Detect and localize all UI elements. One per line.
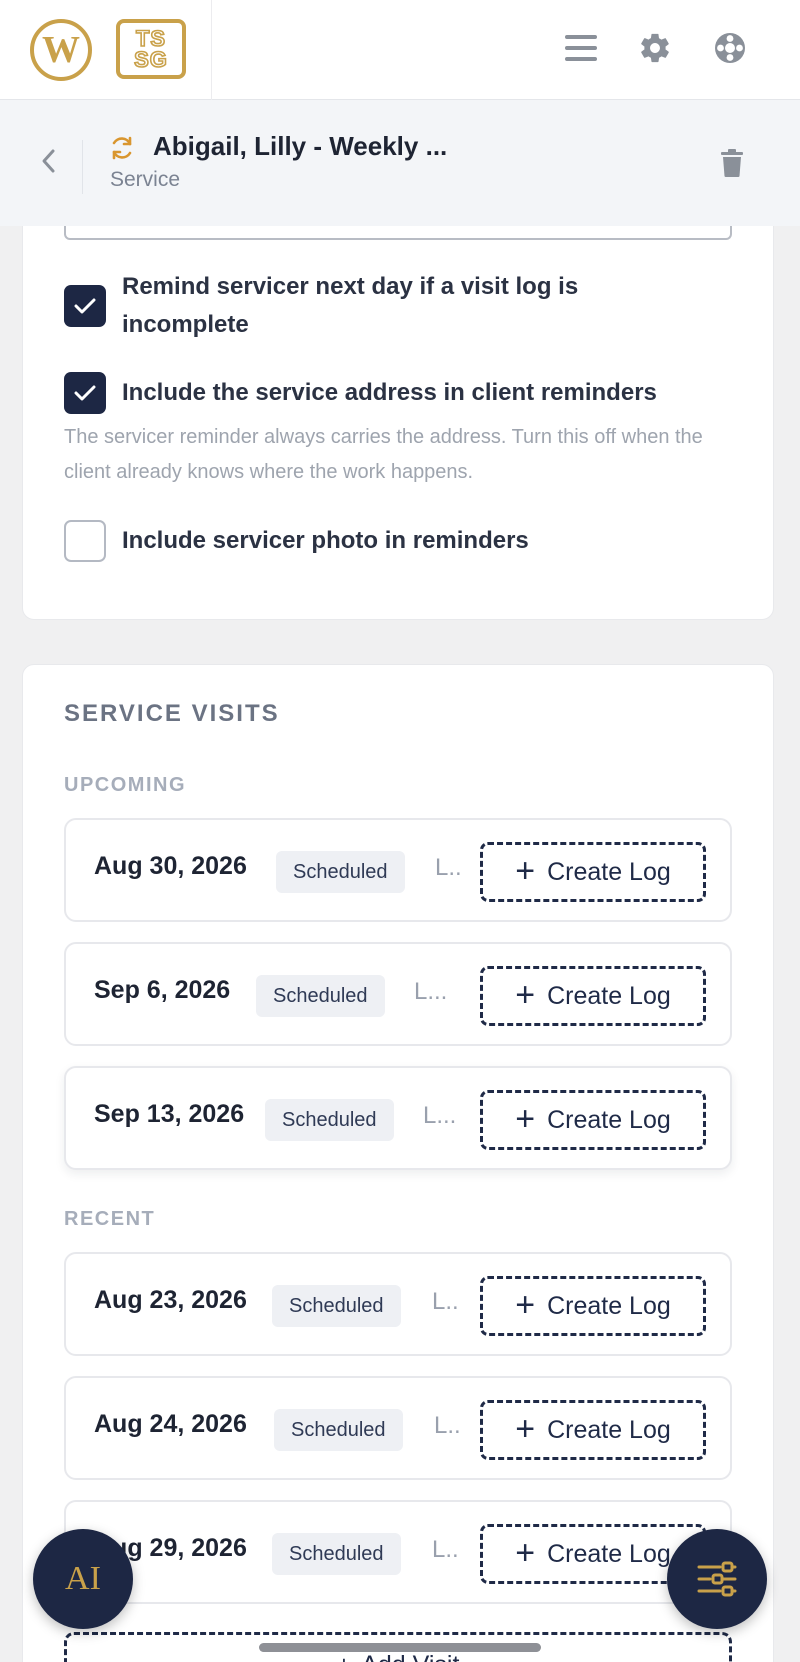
include-photo-checkbox[interactable]: [64, 520, 106, 562]
create-log-button[interactable]: + Create Log: [480, 842, 706, 902]
service-visits-title: SERVICE VISITS: [64, 700, 280, 727]
visit-extra: L..: [432, 1536, 459, 1563]
plus-icon: +: [515, 1285, 536, 1324]
plus-icon: +: [515, 1409, 536, 1448]
tssg-logo-line1: TS: [135, 26, 167, 51]
sync-icon: [112, 136, 132, 160]
visit-date: Aug 24, 2026: [94, 1410, 247, 1438]
visit-row[interactable]: Aug 23, 2026 Scheduled L.. + Create Log: [64, 1252, 732, 1356]
page-subtitle: Service: [110, 168, 181, 191]
visit-row[interactable]: Sep 13, 2026 Scheduled L... + Create Log: [64, 1066, 732, 1170]
create-log-label: Create Log: [547, 1291, 671, 1320]
status-badge: Scheduled: [265, 1099, 394, 1141]
top-bar: W TS SG: [0, 0, 800, 100]
tssg-logo[interactable]: TS SG: [116, 19, 186, 79]
create-log-button[interactable]: + Create Log: [480, 1090, 706, 1150]
remind-incomplete-label[interactable]: Remind servicer next day if a visit log …: [122, 268, 682, 344]
plus-icon: +: [515, 851, 536, 890]
create-log-label: Create Log: [547, 1539, 671, 1568]
ai-label: AI: [65, 1560, 101, 1597]
status-badge: Scheduled: [272, 1285, 401, 1327]
visit-row[interactable]: Aug 29, 2026 Scheduled L.. + Create Log: [64, 1500, 732, 1604]
plus-icon: +: [515, 975, 536, 1014]
include-photo-label[interactable]: Include servicer photo in reminders: [122, 522, 529, 560]
status-badge: Scheduled: [256, 975, 385, 1017]
visit-extra: L..: [432, 1288, 459, 1315]
back-chevron-icon: [42, 149, 55, 173]
status-badge: Scheduled: [272, 1533, 401, 1575]
menu-icon[interactable]: [561, 28, 601, 68]
page-header: [0, 100, 800, 226]
trash-icon: [721, 149, 743, 177]
create-log-label: Create Log: [547, 857, 671, 886]
visit-extra: L...: [414, 978, 448, 1005]
include-address-label[interactable]: Include the service address in client re…: [122, 374, 657, 412]
logo-area: W TS SG: [0, 0, 212, 100]
recent-label: RECENT: [64, 1208, 156, 1230]
visit-date: Sep 6, 2026: [94, 976, 231, 1004]
create-log-button[interactable]: + Create Log: [480, 1276, 706, 1336]
ai-assistant-button[interactable]: AI: [33, 1529, 133, 1629]
status-badge: Scheduled: [274, 1409, 403, 1451]
plus-icon: +: [515, 1099, 536, 1138]
page-title: Abigail, Lilly - Weekly ...: [153, 131, 448, 161]
visit-extra: L..: [434, 1412, 461, 1439]
check-icon: [74, 385, 96, 401]
filter-menu-icon: [697, 1561, 737, 1597]
plus-icon: +: [515, 1533, 536, 1572]
wordpress-logo[interactable]: W: [30, 19, 92, 81]
gear-icon[interactable]: [635, 28, 675, 68]
visit-row[interactable]: Aug 24, 2026 Scheduled L.. + Create Log: [64, 1376, 732, 1480]
check-icon: [74, 298, 96, 314]
remind-incomplete-checkbox[interactable]: [64, 285, 106, 327]
visit-date: Aug 23, 2026: [94, 1286, 247, 1314]
include-address-checkbox[interactable]: [64, 372, 106, 414]
upcoming-label: UPCOMING: [64, 774, 186, 796]
plus-icon: +: [337, 1651, 352, 1662]
create-log-button[interactable]: + Create Log: [480, 966, 706, 1026]
visit-extra: L..: [435, 854, 462, 881]
filter-menu-button[interactable]: [667, 1529, 767, 1629]
header-divider: [82, 140, 83, 194]
create-log-label: Create Log: [547, 1415, 671, 1444]
wordpress-logo-letter: W: [42, 29, 80, 71]
tssg-logo-line2: SG: [133, 47, 168, 72]
visit-extra: L...: [423, 1102, 457, 1129]
visit-row[interactable]: Aug 30, 2026 Scheduled L.. + Create Log: [64, 818, 732, 922]
support-icon[interactable]: [710, 28, 750, 68]
create-log-label: Create Log: [547, 981, 671, 1010]
back-button[interactable]: [28, 141, 68, 181]
add-visit-label: Add Visit: [361, 1651, 459, 1662]
home-indicator: [259, 1643, 541, 1652]
address-help-text: The servicer reminder always carries the…: [64, 426, 703, 483]
status-badge: Scheduled: [276, 851, 405, 893]
create-log-button[interactable]: + Create Log: [480, 1400, 706, 1460]
visit-date: Aug 30, 2026: [94, 852, 247, 880]
visit-row[interactable]: Sep 6, 2026 Scheduled L... + Create Log: [64, 942, 732, 1046]
visit-date: Sep 13, 2026: [94, 1100, 245, 1128]
delete-button[interactable]: [712, 143, 752, 183]
create-log-label: Create Log: [547, 1105, 671, 1134]
